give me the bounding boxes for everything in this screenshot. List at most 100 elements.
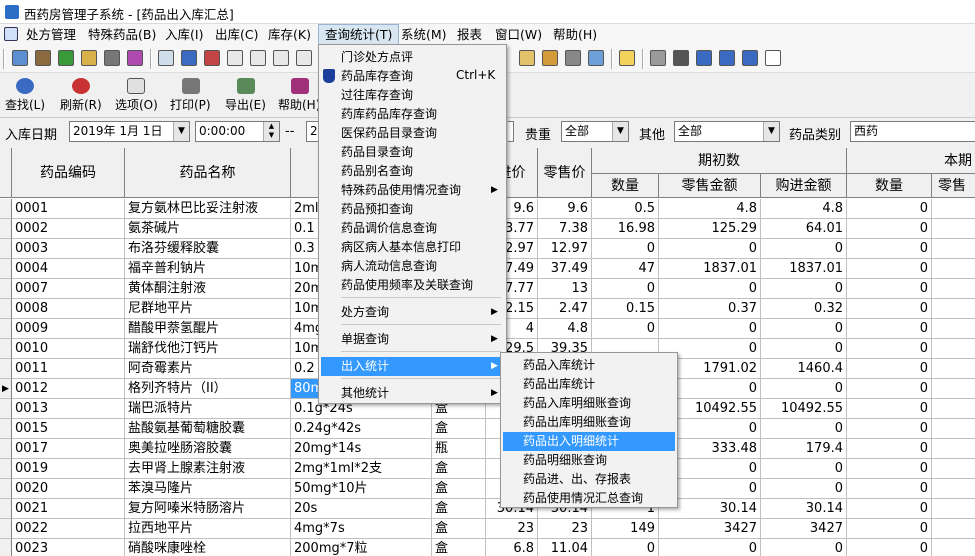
cell-x[interactable]: [932, 199, 975, 219]
open-folder-icon[interactable]: [619, 50, 635, 66]
cell-q2[interactable]: 0: [847, 439, 932, 459]
row-indicator[interactable]: [0, 459, 12, 479]
cell-q2[interactable]: 0: [847, 539, 932, 556]
menu-item[interactable]: 药库药品库存查询: [321, 105, 504, 124]
folder-icon[interactable]: [181, 50, 197, 66]
cell-code[interactable]: 0010: [12, 339, 125, 359]
cell-name[interactable]: 瑞舒伐他汀钙片: [125, 339, 291, 359]
menu-stock-in[interactable]: 入库(I): [159, 24, 209, 45]
box-icon[interactable]: [35, 50, 51, 66]
cell-q2[interactable]: 0: [847, 399, 932, 419]
cell-code[interactable]: 0004: [12, 259, 125, 279]
cell-x[interactable]: [932, 259, 975, 279]
cell-code[interactable]: 0019: [12, 459, 125, 479]
row-indicator[interactable]: [0, 339, 12, 359]
chevron-down-icon[interactable]: ▼: [612, 122, 628, 141]
header-opening-purchase-amount[interactable]: 购进金额: [761, 174, 847, 198]
cell-rp[interactable]: 2.47: [538, 299, 592, 319]
cell-name[interactable]: 瑞巴派特片: [125, 399, 291, 419]
cell-code[interactable]: 0020: [12, 479, 125, 499]
submenu-item[interactable]: 药品入库统计: [503, 356, 675, 375]
cell-pa[interactable]: 3427: [761, 519, 847, 539]
cell-pa[interactable]: 0: [761, 539, 847, 556]
menu-help[interactable]: 帮助(H): [547, 24, 603, 45]
cell-rp[interactable]: 9.6: [538, 199, 592, 219]
cell-pa[interactable]: 179.4: [761, 439, 847, 459]
row-indicator[interactable]: [0, 359, 12, 379]
row-indicator[interactable]: [0, 239, 12, 259]
cell-name[interactable]: 苯溴马隆片: [125, 479, 291, 499]
print-button[interactable]: 打印(P): [165, 74, 215, 118]
row-indicator[interactable]: ▶: [0, 379, 12, 399]
cell-spec[interactable]: 20mg*14s: [291, 439, 432, 459]
cell-pa[interactable]: 0: [761, 339, 847, 359]
menu-window[interactable]: 窗口(W): [489, 24, 548, 45]
spinner-icon[interactable]: ▲ ▼: [263, 122, 279, 141]
header-name[interactable]: 药品名称: [125, 148, 291, 198]
cell-rp[interactable]: 13: [538, 279, 592, 299]
cell-pa[interactable]: 0: [761, 419, 847, 439]
cell-name[interactable]: 黄体酮注射液: [125, 279, 291, 299]
header-code[interactable]: 药品编码: [12, 148, 125, 198]
menu-query-stats[interactable]: 查询统计(T): [318, 24, 400, 45]
time-start-field[interactable]: 0:00:00 ▲ ▼: [195, 121, 280, 142]
other-select[interactable]: 全部 ▼: [674, 121, 780, 142]
cell-ra[interactable]: 0: [659, 239, 761, 259]
cell-x[interactable]: [932, 319, 975, 339]
cell-name[interactable]: 复方氨林巴比妥注射液: [125, 199, 291, 219]
list-icon[interactable]: [204, 50, 220, 66]
cell-pa[interactable]: 30.14: [761, 499, 847, 519]
menu-reports[interactable]: 报表: [451, 24, 488, 45]
cell-pa[interactable]: 0: [761, 459, 847, 479]
cell-name[interactable]: 布洛芬缓释胶囊: [125, 239, 291, 259]
menu-item[interactable]: 病人流动信息查询: [321, 257, 504, 276]
cell-pa[interactable]: 4.8: [761, 199, 847, 219]
cell-q[interactable]: 0.5: [592, 199, 659, 219]
cell-q[interactable]: 0: [592, 539, 659, 556]
cell-q2[interactable]: 0: [847, 199, 932, 219]
row-indicator[interactable]: [0, 499, 12, 519]
cell-pa[interactable]: 0: [761, 319, 847, 339]
submenu-item[interactable]: 药品明细账查询: [503, 451, 675, 470]
header-current-retail[interactable]: 零售: [932, 174, 975, 198]
submenu-item[interactable]: 药品使用情况汇总查询: [503, 489, 675, 508]
cell-q2[interactable]: 0: [847, 519, 932, 539]
cell-rp[interactable]: 12.97: [538, 239, 592, 259]
magnifier-icon[interactable]: [565, 50, 581, 66]
cell-code[interactable]: 0003: [12, 239, 125, 259]
row-indicator[interactable]: [0, 519, 12, 539]
cell-pa[interactable]: 1837.01: [761, 259, 847, 279]
cell-rp[interactable]: 23: [538, 519, 592, 539]
cell-code[interactable]: 0001: [12, 199, 125, 219]
cell-rp[interactable]: 37.49: [538, 259, 592, 279]
cell-q[interactable]: 0.15: [592, 299, 659, 319]
stamp-icon[interactable]: [104, 50, 120, 66]
row-indicator[interactable]: [0, 399, 12, 419]
menu-item[interactable]: 病区病人基本信息打印: [321, 238, 504, 257]
submenu-item[interactable]: 药品进、出、存报表: [503, 470, 675, 489]
cell-code[interactable]: 0017: [12, 439, 125, 459]
menu-special-drugs[interactable]: 特殊药品(B): [82, 24, 162, 45]
date-start-picker[interactable]: 2019年 1月 1日 ▼: [69, 121, 190, 142]
submenu-item[interactable]: 药品出库明细账查询: [503, 413, 675, 432]
cell-q2[interactable]: 0: [847, 359, 932, 379]
zoom-icon[interactable]: [673, 50, 689, 66]
cell-code[interactable]: 0013: [12, 399, 125, 419]
cell-x[interactable]: [932, 399, 975, 419]
cell-ra[interactable]: 0: [659, 319, 761, 339]
refresh-window-icon[interactable]: [742, 50, 758, 66]
header-opening-qty[interactable]: 数量: [592, 174, 659, 198]
bag-icon[interactable]: [81, 50, 97, 66]
cell-name[interactable]: 拉西地平片: [125, 519, 291, 539]
menu-item[interactable]: 药品使用频率及关联查询: [321, 276, 504, 295]
date-end-picker-edge[interactable]: [508, 121, 514, 142]
cell-code[interactable]: 0015: [12, 419, 125, 439]
row-indicator[interactable]: [0, 319, 12, 339]
cell-ra[interactable]: 0: [659, 539, 761, 556]
cell-pp[interactable]: 6.8: [486, 539, 538, 556]
export-icon[interactable]: [273, 50, 289, 66]
cell-x[interactable]: [932, 219, 975, 239]
menu-item[interactable]: 其他统计: [321, 384, 504, 403]
cell-rp[interactable]: 11.04: [538, 539, 592, 556]
export-button[interactable]: 导出(E): [220, 74, 270, 118]
